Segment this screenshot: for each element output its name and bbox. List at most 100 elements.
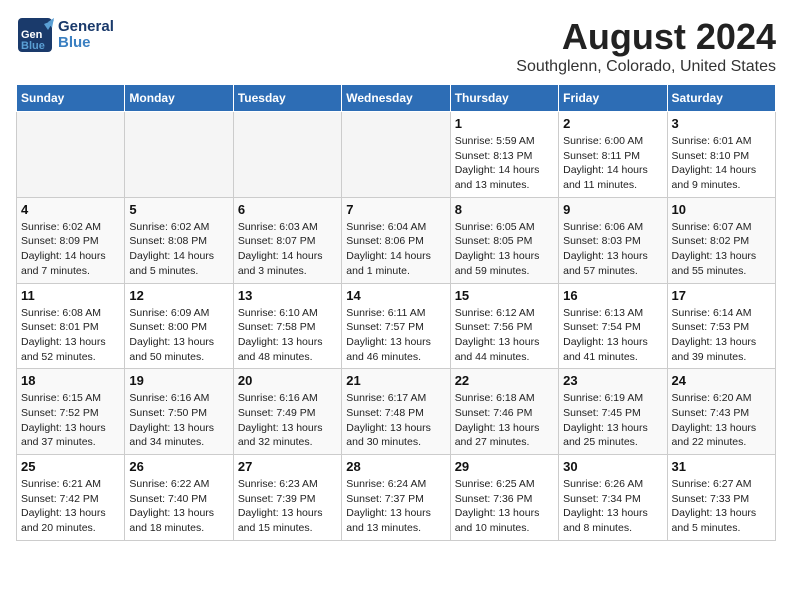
calendar-cell: 30 Sunrise: 6:26 AM Sunset: 7:34 PM Dayli…	[559, 455, 667, 541]
header: Gen Blue General Blue August 2024 Southg…	[16, 16, 776, 76]
day-info: Sunrise: 6:24 AM Sunset: 7:37 PM Dayligh…	[346, 477, 445, 536]
calendar-cell: 26Sunrise: 6:22 AM Sunset: 7:40 PM Dayli…	[125, 455, 233, 541]
calendar-cell: 31 Sunrise: 6:27 AM Sunset: 7:33 PM Dayli…	[667, 455, 775, 541]
day-info: Sunrise: 6:14 AM Sunset: 7:53 PM Dayligh…	[672, 306, 771, 365]
day-info: Sunrise: 6:26 AM Sunset: 7:34 PM Dayligh…	[563, 477, 662, 536]
day-info: Sunrise: 6:10 AM Sunset: 7:58 PM Dayligh…	[238, 306, 337, 365]
calendar-cell: 9 Sunrise: 6:06 AM Sunset: 8:03 PM Daylig…	[559, 197, 667, 283]
day-info: Sunrise: 6:15 AM Sunset: 7:52 PM Dayligh…	[21, 391, 120, 450]
day-number: 6	[238, 202, 337, 217]
week-row-4: 18 Sunrise: 6:15 AM Sunset: 7:52 PM Dayli…	[17, 369, 776, 455]
svg-text:Blue: Blue	[21, 40, 45, 52]
calendar-cell: 3 Sunrise: 6:01 AM Sunset: 8:10 PM Daylig…	[667, 112, 775, 198]
calendar-cell: 15 Sunrise: 6:12 AM Sunset: 7:56 PM Dayli…	[450, 283, 558, 369]
calendar-cell: 19Sunrise: 6:16 AM Sunset: 7:50 PM Dayli…	[125, 369, 233, 455]
day-number: 22	[455, 373, 554, 388]
calendar-cell: 10Sunrise: 6:07 AM Sunset: 8:02 PM Dayli…	[667, 197, 775, 283]
day-number: 20	[238, 373, 337, 388]
day-number: 2	[563, 116, 662, 131]
calendar-cell: 5 Sunrise: 6:02 AM Sunset: 8:08 PM Daylig…	[125, 197, 233, 283]
title-area: August 2024 Southglenn, Colorado, United…	[516, 16, 776, 76]
weekday-header-friday: Friday	[559, 85, 667, 112]
day-info: Sunrise: 6:13 AM Sunset: 7:54 PM Dayligh…	[563, 306, 662, 365]
day-info: Sunrise: 6:22 AM Sunset: 7:40 PM Dayligh…	[129, 477, 228, 536]
day-number: 9	[563, 202, 662, 217]
day-number: 1	[455, 116, 554, 131]
location: Southglenn, Colorado, United States	[516, 58, 776, 76]
day-number: 30	[563, 459, 662, 474]
day-number: 23	[563, 373, 662, 388]
day-number: 25	[21, 459, 120, 474]
day-info: Sunrise: 5:59 AM Sunset: 8:13 PM Dayligh…	[455, 134, 554, 193]
day-number: 28	[346, 459, 445, 474]
day-info: Sunrise: 6:03 AM Sunset: 8:07 PM Dayligh…	[238, 220, 337, 279]
day-number: 11	[21, 288, 120, 303]
day-info: Sunrise: 6:02 AM Sunset: 8:09 PM Dayligh…	[21, 220, 120, 279]
calendar-cell: 22 Sunrise: 6:18 AM Sunset: 7:46 PM Dayli…	[450, 369, 558, 455]
day-info: Sunrise: 6:00 AM Sunset: 8:11 PM Dayligh…	[563, 134, 662, 193]
calendar-cell: 1 Sunrise: 5:59 AM Sunset: 8:13 PM Daylig…	[450, 112, 558, 198]
day-number: 5	[129, 202, 228, 217]
calendar-cell: 4 Sunrise: 6:02 AM Sunset: 8:09 PM Daylig…	[17, 197, 125, 283]
day-info: Sunrise: 6:06 AM Sunset: 8:03 PM Dayligh…	[563, 220, 662, 279]
weekday-header-saturday: Saturday	[667, 85, 775, 112]
calendar-cell: 13 Sunrise: 6:10 AM Sunset: 7:58 PM Dayli…	[233, 283, 341, 369]
day-number: 15	[455, 288, 554, 303]
day-number: 29	[455, 459, 554, 474]
calendar-cell: 12Sunrise: 6:09 AM Sunset: 8:00 PM Dayli…	[125, 283, 233, 369]
logo: Gen Blue General Blue	[16, 16, 114, 54]
week-row-1: 1 Sunrise: 5:59 AM Sunset: 8:13 PM Daylig…	[17, 112, 776, 198]
day-number: 12	[129, 288, 228, 303]
calendar-cell	[125, 112, 233, 198]
calendar-cell: 24Sunrise: 6:20 AM Sunset: 7:43 PM Dayli…	[667, 369, 775, 455]
day-number: 8	[455, 202, 554, 217]
week-row-2: 4 Sunrise: 6:02 AM Sunset: 8:09 PM Daylig…	[17, 197, 776, 283]
day-info: Sunrise: 6:12 AM Sunset: 7:56 PM Dayligh…	[455, 306, 554, 365]
calendar-cell: 27Sunrise: 6:23 AM Sunset: 7:39 PM Dayli…	[233, 455, 341, 541]
week-row-5: 25 Sunrise: 6:21 AM Sunset: 7:42 PM Dayli…	[17, 455, 776, 541]
weekday-header-monday: Monday	[125, 85, 233, 112]
day-info: Sunrise: 6:01 AM Sunset: 8:10 PM Dayligh…	[672, 134, 771, 193]
day-info: Sunrise: 6:11 AM Sunset: 7:57 PM Dayligh…	[346, 306, 445, 365]
day-info: Sunrise: 6:20 AM Sunset: 7:43 PM Dayligh…	[672, 391, 771, 450]
weekday-header-tuesday: Tuesday	[233, 85, 341, 112]
day-number: 31	[672, 459, 771, 474]
calendar-cell: 7 Sunrise: 6:04 AM Sunset: 8:06 PM Daylig…	[342, 197, 450, 283]
day-info: Sunrise: 6:19 AM Sunset: 7:45 PM Dayligh…	[563, 391, 662, 450]
weekday-header-thursday: Thursday	[450, 85, 558, 112]
day-number: 27	[238, 459, 337, 474]
calendar-cell: 17 Sunrise: 6:14 AM Sunset: 7:53 PM Dayli…	[667, 283, 775, 369]
day-info: Sunrise: 6:02 AM Sunset: 8:08 PM Dayligh…	[129, 220, 228, 279]
day-number: 18	[21, 373, 120, 388]
calendar-cell: 21Sunrise: 6:17 AM Sunset: 7:48 PM Dayli…	[342, 369, 450, 455]
weekday-header-row: SundayMondayTuesdayWednesdayThursdayFrid…	[17, 85, 776, 112]
logo-icon: Gen Blue	[16, 16, 54, 54]
calendar-cell: 2 Sunrise: 6:00 AM Sunset: 8:11 PM Daylig…	[559, 112, 667, 198]
day-number: 17	[672, 288, 771, 303]
calendar-cell	[17, 112, 125, 198]
calendar-cell: 11Sunrise: 6:08 AM Sunset: 8:01 PM Dayli…	[17, 283, 125, 369]
day-number: 3	[672, 116, 771, 131]
calendar-cell: 29 Sunrise: 6:25 AM Sunset: 7:36 PM Dayli…	[450, 455, 558, 541]
day-number: 10	[672, 202, 771, 217]
day-info: Sunrise: 6:04 AM Sunset: 8:06 PM Dayligh…	[346, 220, 445, 279]
calendar-cell	[233, 112, 341, 198]
day-info: Sunrise: 6:05 AM Sunset: 8:05 PM Dayligh…	[455, 220, 554, 279]
day-number: 21	[346, 373, 445, 388]
day-info: Sunrise: 6:16 AM Sunset: 7:50 PM Dayligh…	[129, 391, 228, 450]
calendar-cell: 20Sunrise: 6:16 AM Sunset: 7:49 PM Dayli…	[233, 369, 341, 455]
day-info: Sunrise: 6:21 AM Sunset: 7:42 PM Dayligh…	[21, 477, 120, 536]
day-number: 7	[346, 202, 445, 217]
day-info: Sunrise: 6:27 AM Sunset: 7:33 PM Dayligh…	[672, 477, 771, 536]
day-number: 14	[346, 288, 445, 303]
day-number: 13	[238, 288, 337, 303]
weekday-header-wednesday: Wednesday	[342, 85, 450, 112]
logo-general: General	[58, 19, 114, 36]
calendar-cell: 8 Sunrise: 6:05 AM Sunset: 8:05 PM Daylig…	[450, 197, 558, 283]
calendar-cell	[342, 112, 450, 198]
month-year: August 2024	[516, 16, 776, 58]
day-info: Sunrise: 6:25 AM Sunset: 7:36 PM Dayligh…	[455, 477, 554, 536]
calendar-cell: 18 Sunrise: 6:15 AM Sunset: 7:52 PM Dayli…	[17, 369, 125, 455]
day-number: 4	[21, 202, 120, 217]
day-info: Sunrise: 6:18 AM Sunset: 7:46 PM Dayligh…	[455, 391, 554, 450]
